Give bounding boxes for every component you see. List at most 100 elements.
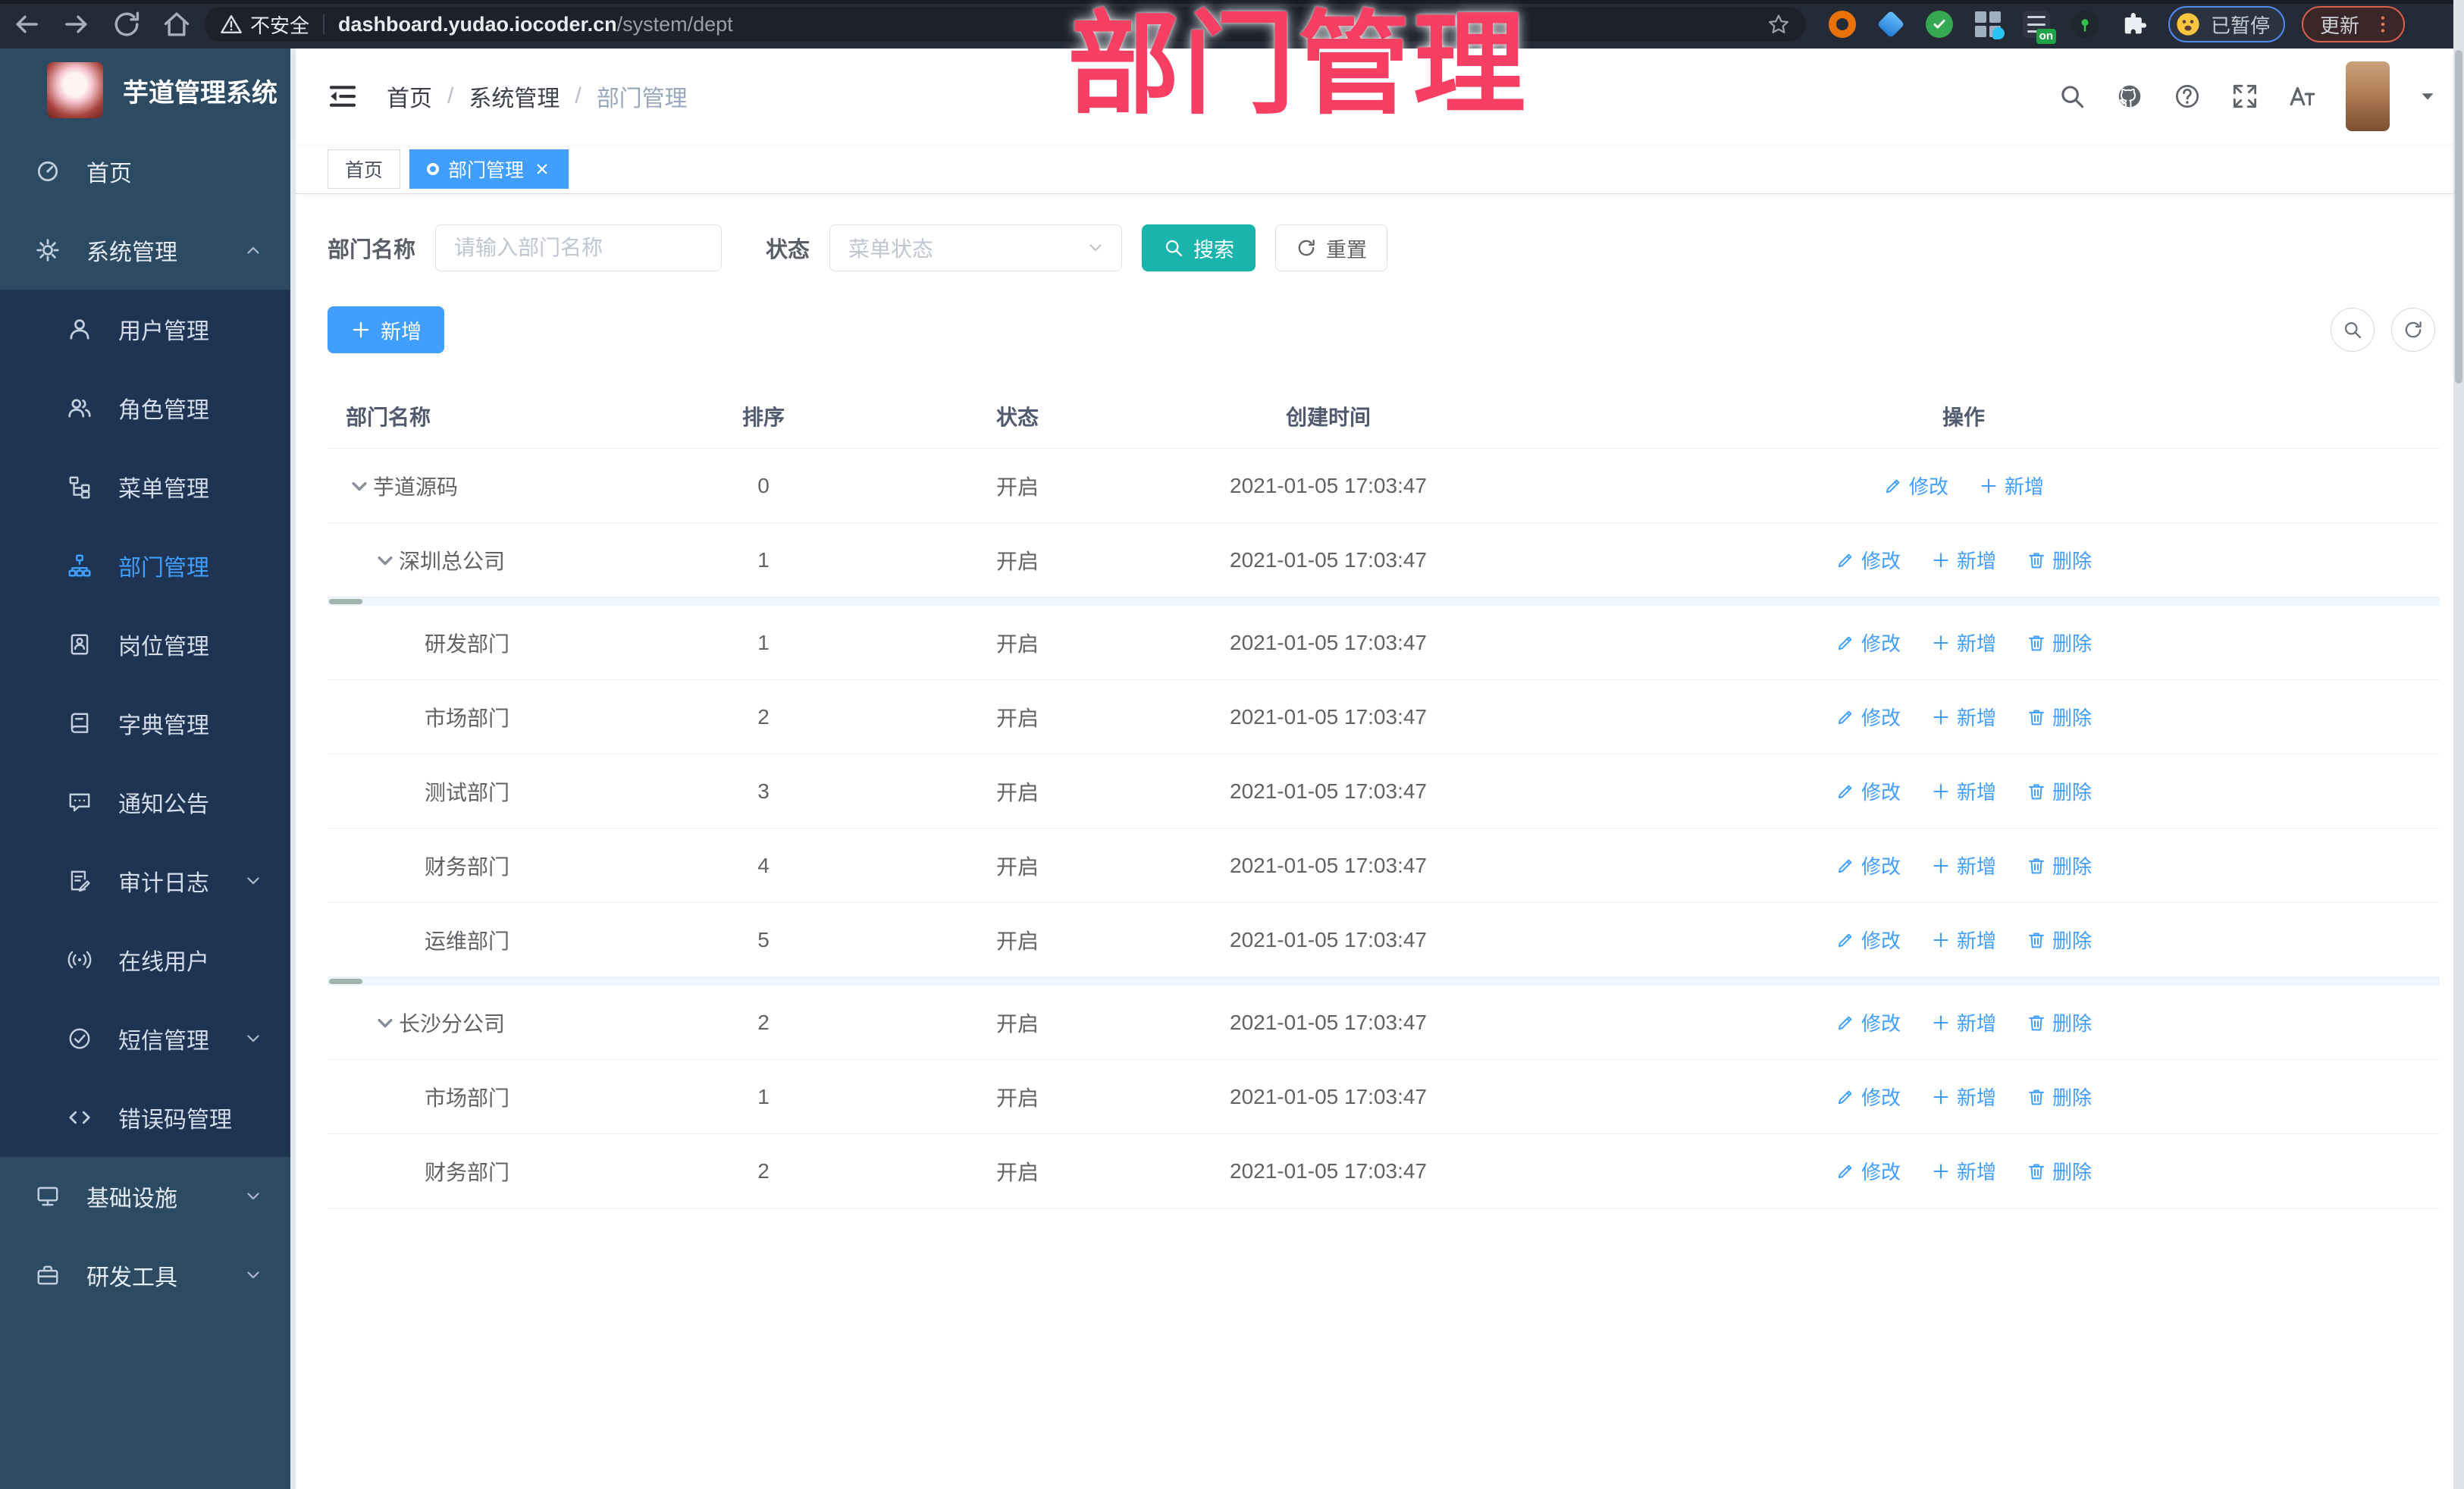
action-edit-link[interactable]: 修改 [1835,926,1901,954]
expand-arrow-icon[interactable] [371,1012,399,1033]
add-button[interactable]: 新增 [328,306,444,353]
extension-donut-icon[interactable] [1829,11,1856,38]
chevron-up-icon [243,240,264,261]
action-plus-link[interactable]: 新增 [1931,777,1996,805]
action-delete-link[interactable]: 删除 [2027,851,2092,879]
browser-update-button[interactable]: 更新 [2302,6,2406,42]
kebab-menu-icon[interactable] [2372,13,2394,36]
action-plus-link[interactable]: 新增 [1931,629,1996,657]
font-size-icon[interactable] [2288,82,2317,111]
sidebar-item[interactable]: 错误码管理 [0,1078,296,1157]
refresh-table-button[interactable] [2391,308,2435,352]
action-edit-link[interactable]: 修改 [1835,629,1901,657]
action-plus-link[interactable]: 新增 [1931,851,1996,879]
sidebar-item-label: 通知公告 [118,792,209,817]
expand-arrow-icon[interactable] [371,550,399,571]
sidebar-item[interactable]: 通知公告 [0,763,296,842]
action-plus-link[interactable]: 新增 [1931,1083,1996,1111]
search-button[interactable]: 搜索 [1142,224,1256,271]
url-text: dashboard.yudao.iocoder.cn/system/dept [338,13,733,36]
action-edit-link[interactable]: 修改 [1835,777,1901,805]
sidebar-item[interactable]: 首页 [0,132,296,211]
sidebar-logo[interactable]: 芋道管理系统 [0,49,296,132]
table-row: 市场部门 1 开启 2021-01-05 17:03:47 修改 新增 删除 [328,1060,2440,1134]
toggle-search-button[interactable] [2331,308,2375,352]
plus-icon [1931,1087,1951,1107]
action-label: 删除 [2052,550,2093,572]
action-edit-link[interactable]: 修改 [1835,1157,1901,1185]
action-plus-link[interactable]: 新增 [1931,1008,1996,1036]
action-plus-link[interactable]: 新增 [1979,472,2044,500]
sidebar-item[interactable]: 用户管理 [0,290,296,368]
sidebar-item[interactable]: 菜单管理 [0,447,296,526]
extensions-puzzle-icon[interactable] [2120,11,2147,38]
sidebar-item[interactable]: 短信管理 [0,999,296,1078]
sidebar-item[interactable]: 角色管理 [0,368,296,447]
browser-profile-chip[interactable]: 已暂停 [2168,6,2286,42]
action-delete-link[interactable]: 删除 [2027,703,2092,731]
extension-grid-icon[interactable] [1974,11,2005,39]
github-icon[interactable] [2115,82,2144,111]
extension-gem-icon[interactable] [1876,10,1905,39]
window-scrollbar[interactable] [2453,0,2464,1489]
action-plus-link[interactable]: 新增 [1931,1157,1996,1185]
security-chip[interactable]: 不安全 [220,11,309,39]
help-icon[interactable] [2173,82,2202,111]
action-label: 新增 [1956,1012,1996,1035]
forward-icon[interactable] [61,8,92,40]
action-delete-link[interactable]: 删除 [2027,546,2092,574]
caret-down-icon[interactable] [2419,87,2437,105]
action-delete-link[interactable]: 删除 [2027,1008,2092,1036]
action-plus-link[interactable]: 新增 [1931,703,1996,731]
user-avatar[interactable] [2346,61,2390,131]
sidebar-item[interactable]: 基础设施 [0,1157,296,1236]
sidebar-item[interactable]: 研发工具 [0,1236,296,1315]
search-icon[interactable] [2058,82,2086,111]
security-label: 不安全 [250,14,310,37]
action-delete-link[interactable]: 删除 [2027,1083,2092,1111]
status-select[interactable]: 菜单状态 [829,224,1123,271]
action-edit-link[interactable]: 修改 [1835,851,1901,879]
action-delete-link[interactable]: 删除 [2027,1157,2092,1185]
extension-sprout-icon[interactable] [2071,11,2099,38]
expand-arrow-icon[interactable] [346,475,373,497]
home-icon[interactable] [161,8,193,40]
sidebar-item[interactable]: 系统管理 [0,211,296,290]
sidebar-item[interactable]: 审计日志 [0,842,296,920]
extension-list-icon[interactable]: on [2023,11,2056,44]
fullscreen-icon[interactable] [2230,82,2259,111]
action-delete-link[interactable]: 删除 [2027,926,2092,954]
sidebar-item[interactable]: 岗位管理 [0,605,296,684]
tab-item[interactable]: 首页 [328,149,401,189]
action-delete-link[interactable]: 删除 [2027,629,2092,657]
sidebar-item[interactable]: 部门管理 [0,526,296,605]
action-edit-link[interactable]: 修改 [1835,703,1901,731]
action-plus-link[interactable]: 新增 [1931,926,1996,954]
breadcrumb-item[interactable]: 系统管理 [469,80,560,113]
tab-active[interactable]: 部门管理 [409,149,569,189]
dept-name-input[interactable] [435,224,723,271]
hamburger-icon[interactable] [326,80,359,113]
action-edit-link[interactable]: 修改 [1883,472,1948,500]
reload-icon[interactable] [111,8,143,40]
address-bar[interactable]: 不安全 dashboard.yudao.iocoder.cn/system/de… [205,7,1806,42]
action-edit-link[interactable]: 修改 [1835,1083,1901,1111]
action-plus-link[interactable]: 新增 [1931,546,1996,574]
actions-cell: 修改 新增 删除 [1487,851,2440,879]
close-icon[interactable] [533,160,551,178]
action-label: 修改 [1861,781,1901,804]
scrollbar-thumb[interactable] [2455,50,2462,384]
breadcrumb-item[interactable]: 首页 [387,80,432,113]
action-edit-link[interactable]: 修改 [1835,1008,1901,1036]
bookmark-star-icon[interactable] [1766,12,1791,36]
sidebar-item[interactable]: 在线用户 [0,920,296,999]
action-label: 新增 [1956,632,1996,655]
reset-button[interactable]: 重置 [1275,224,1388,271]
column-header: 操作 [1942,405,1985,429]
extension-check-icon[interactable] [1926,11,1953,38]
sidebar-item[interactable]: 字典管理 [0,684,296,763]
table-row: 芋道源码 0 开启 2021-01-05 17:03:47 修改 新增 [328,449,2440,523]
back-icon[interactable] [11,8,42,40]
action-edit-link[interactable]: 修改 [1835,546,1901,574]
action-delete-link[interactable]: 删除 [2027,777,2092,805]
